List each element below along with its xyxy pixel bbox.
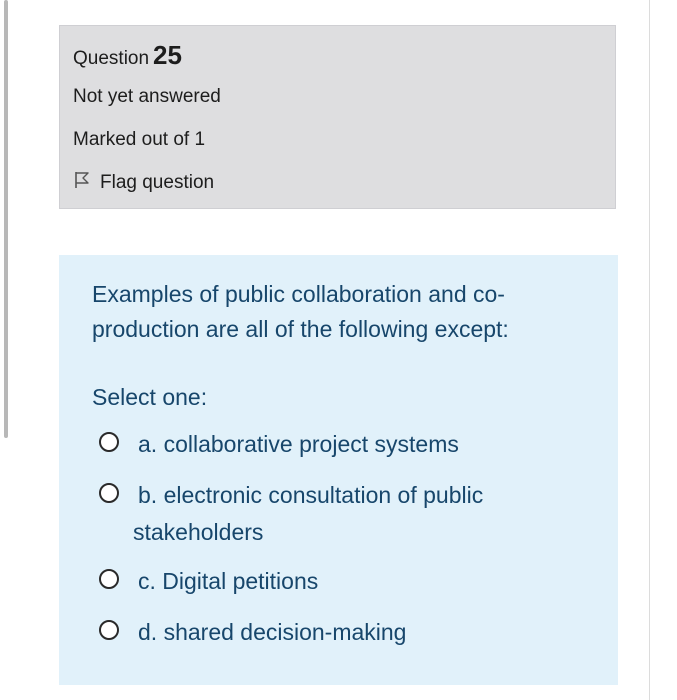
page-divider [649,0,650,700]
radio-empty-icon[interactable] [99,483,119,503]
radio-empty-icon[interactable] [99,569,119,589]
option-a[interactable]: a. collaborative project systems [99,426,459,462]
option-b-label-continued[interactable]: stakeholders [133,519,263,546]
question-text: Examples of public collaboration and co-… [92,281,509,342]
option-b[interactable]: b. electronic consultation of public [99,477,483,513]
select-prompt: Select one: [92,384,208,410]
option-d-label[interactable]: d. shared decision-making [138,614,406,650]
option-a-label[interactable]: a. collaborative project systems [138,426,459,462]
question-number-value: 25 [153,40,182,70]
radio-empty-icon[interactable] [99,432,119,452]
flag-question-label: Flag question [100,172,215,193]
question-prefix: Question [73,48,150,69]
answer-state: Not yet answered [73,86,221,107]
option-b-label[interactable]: b. electronic consultation of public [138,477,483,513]
question-info-panel: Question 25 Not yet answered Marked out o… [59,25,616,209]
flag-question-link[interactable]: Flag question [73,171,214,195]
grade-info: Marked out of 1 [73,129,206,150]
option-c-label[interactable]: c. Digital petitions [138,563,318,599]
question-number: Question 25 [73,40,182,71]
flag-outline-icon [73,171,100,195]
option-c[interactable]: c. Digital petitions [99,563,318,599]
question-content: Examples of public collaboration and co-… [59,255,618,685]
radio-empty-icon[interactable] [99,620,119,640]
option-d[interactable]: d. shared decision-making [99,614,406,650]
page-scrollbar[interactable] [4,0,8,438]
